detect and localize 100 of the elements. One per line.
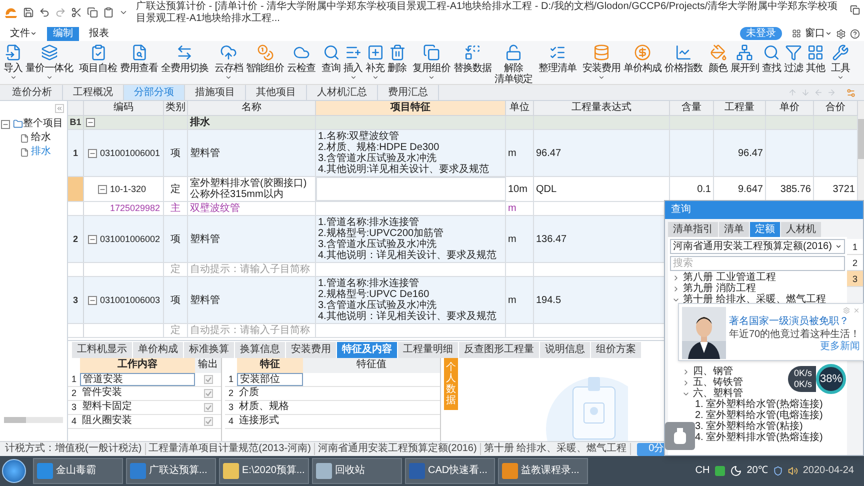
tree-item[interactable]: 第十册 给排水、采暖、燃气工程 [683, 294, 826, 305]
view-tab[interactable]: 造价分析 [2, 85, 63, 100]
row-number: 1 [227, 373, 234, 386]
table-cell-text: 项 [170, 294, 182, 306]
list-row-number[interactable]: 3 [847, 271, 863, 287]
tree-item[interactable]: 2. 室外塑料给水管(电熔连接) [695, 410, 823, 421]
dialog-tab[interactable]: 清单 [719, 222, 749, 237]
toolbar-button[interactable]: 查询 [320, 41, 342, 74]
more-news-link[interactable]: 更多新闻 [820, 341, 860, 353]
tree-item[interactable]: 整个项目 [23, 118, 63, 130]
row-header[interactable]: 2 [68, 216, 84, 262]
tree-item[interactable]: 3. 室外塑料给水管(粘接) [695, 421, 803, 432]
table-cell-text: 1.管道名称:排水连接管 2.规格型号:UPVC200加筋管 3.含管道水压试验及水冲洗 4.其他说明：详见相关设计、要求及规范 [318, 217, 498, 261]
toolbar-button[interactable]: 安装费用 [581, 41, 622, 81]
tree-item[interactable]: 第九册 消防工程 [683, 283, 756, 294]
toolbar-button[interactable]: 费用查看 [118, 41, 160, 74]
dialog-tab[interactable]: 清单指引 [668, 222, 718, 237]
tree-item[interactable]: 四、钢管 [693, 366, 733, 377]
tree-item[interactable]: 4. 室外塑料排水管(热熔连接) [695, 432, 823, 443]
view-tab[interactable]: 措施项目 [185, 85, 246, 100]
taskbar-button[interactable]: 金山毒霸 [33, 458, 123, 484]
toolbar-button[interactable]: 智能组价 [244, 41, 286, 74]
status-text: 河南省通用安装工程预算定额(2016) [314, 443, 481, 455]
row-header[interactable]: B1 [68, 116, 84, 129]
toolbar-button[interactable]: 查找 [760, 41, 782, 74]
table-cell-text: 定 [170, 325, 182, 336]
column-header[interactable]: 编码 [84, 101, 164, 115]
column-header[interactable]: 单价 [766, 101, 814, 115]
menu-tab[interactable]: 编制 [47, 26, 79, 40]
table-cell-text: 9.647 [736, 184, 763, 194]
table-cell-text: m [508, 203, 518, 214]
view-tab[interactable]: 费用汇总 [378, 85, 439, 100]
toolbar-button[interactable]: 导入 [2, 41, 24, 81]
column-header[interactable]: 工程量表达式 [534, 101, 670, 115]
detail-tab[interactable]: 反查图形工程量 [459, 342, 539, 358]
dialog-tab[interactable]: 人材机 [781, 222, 821, 237]
menu-tab[interactable]: 文件 [4, 26, 43, 40]
toolbar-button[interactable]: 价格指数 [663, 41, 704, 74]
toolbar-button[interactable]: 量价一体化 [24, 41, 74, 81]
table-cell-text: m [508, 294, 518, 306]
toolbar-button[interactable]: 过滤 [782, 41, 804, 74]
view-tab[interactable]: 人材机汇总 [307, 85, 378, 100]
library-select[interactable]: 河南省通用安装工程预算定额(2016) [670, 239, 845, 254]
detail-tab[interactable]: 换算信息 [235, 342, 285, 358]
view-tab[interactable]: 其他项目 [246, 85, 307, 100]
search-field[interactable]: 搜索 [670, 256, 845, 271]
column-header[interactable]: 类别 [164, 101, 188, 115]
tree-item[interactable]: 第八册 工业管道工程 [683, 272, 776, 283]
row-header[interactable]: 1 [68, 130, 84, 176]
tree-item[interactable]: 六、塑料管 [693, 388, 743, 399]
dialog-title: 查询 [665, 201, 863, 219]
toolbar-button[interactable]: 其他 [804, 41, 826, 74]
news-headline[interactable]: 著名国家一级演员被免职？ [729, 315, 860, 328]
column-header[interactable]: 单位 [506, 101, 534, 115]
toolbar-button[interactable]: 解除 清单锁定 [493, 41, 534, 85]
row-header[interactable]: 3 [68, 277, 84, 323]
toolbar-button[interactable]: 补充 [364, 41, 386, 81]
menu-tab[interactable]: 报表 [83, 26, 115, 40]
column-header[interactable]: 项目特征 [316, 101, 506, 115]
detail-tab[interactable]: 工料机显示 [72, 342, 132, 358]
tree-item[interactable]: 给水 [31, 132, 51, 144]
taskbar-button[interactable]: 广联达预算... [126, 458, 216, 484]
detail-tab[interactable]: 标准换算 [184, 342, 234, 358]
taskbar-button[interactable]: 益教课程录... [498, 458, 588, 484]
detail-tab[interactable]: 安装费用 [286, 342, 336, 358]
toolbar-button[interactable]: 工具 [830, 41, 852, 81]
toolbar-button[interactable]: 全费用切换 [160, 41, 210, 74]
toolbar-button[interactable]: 项目自检 [78, 41, 118, 74]
window-title: 广联达预算计价 - [清单计价 - 清华大学附属中学郑东学校项目景观工程-A1地块给排水工程 - D:/我的文档/Glodon/GCCP6/Projects/清华大学附属中学郑东学校项目景观工程-A1地块给排水工程... [136, 1, 839, 25]
input-language[interactable]: CH [695, 465, 710, 477]
date-text: 2020-04-24 [802, 465, 854, 477]
detail-tab[interactable]: 特征及内容 [337, 342, 397, 358]
detail-tab[interactable]: 说明信息 [540, 342, 590, 358]
toolbar-button[interactable]: 复用组价 [411, 41, 452, 81]
list-row-number[interactable]: 2 [847, 255, 863, 271]
taskbar-button[interactable]: 回收站 [312, 458, 402, 484]
dialog-tab[interactable]: 定额 [750, 222, 780, 237]
column-header[interactable]: 工程量 [714, 101, 766, 115]
toolbar-button[interactable]: 展开到 [729, 41, 760, 74]
list-row-number[interactable]: 1 [847, 239, 863, 255]
column-header[interactable]: 含量 [670, 101, 714, 115]
toolbar-button[interactable]: 替换数据 [452, 41, 493, 74]
taskbar-button[interactable]: E:\2020预算... [219, 458, 309, 484]
toolbar-button[interactable]: 整理清单 [537, 41, 578, 74]
detail-tab[interactable]: 单价构成 [133, 342, 183, 358]
window-menu[interactable]: 窗口 [805, 28, 832, 40]
toolbar-button[interactable]: 云检查 [286, 41, 317, 74]
toolbar-button[interactable]: 插入 [342, 41, 364, 81]
table-cell-text: 定 [170, 264, 182, 275]
toolbar-button[interactable]: 删除 [386, 41, 408, 74]
taskbar-button[interactable]: CAD快速看... [405, 458, 495, 484]
tree-item[interactable]: 排水 [31, 146, 51, 158]
detail-tab[interactable]: 工程量明细 [398, 342, 458, 358]
toolbar-button[interactable]: 颜色 [707, 41, 729, 74]
tree-item[interactable]: 五、铸铁管 [693, 377, 743, 388]
table-cell-text: 96.47 [536, 148, 562, 158]
detail-tab[interactable]: 组价方案 [591, 342, 641, 358]
toolbar-button[interactable]: 单价构成 [622, 41, 663, 74]
tree-item[interactable]: 1. 室外塑料给水管(热熔连接) [695, 399, 823, 410]
toolbar-button[interactable]: 云存档 [213, 41, 244, 81]
